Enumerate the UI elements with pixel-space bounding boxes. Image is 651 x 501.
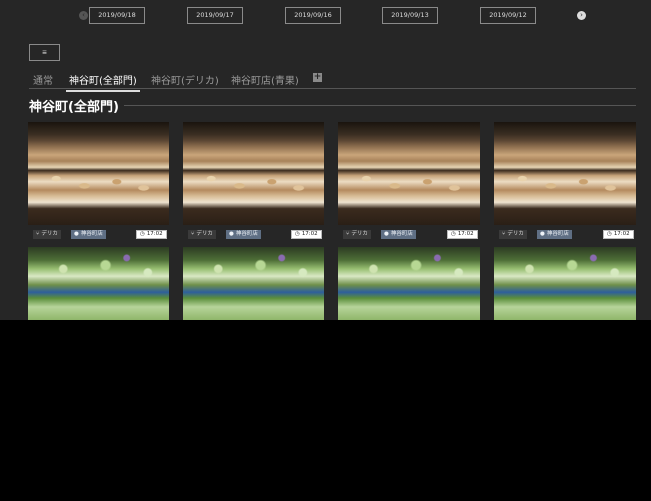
section-title: 神谷町(全部門)	[29, 100, 119, 115]
photo-card[interactable]: ⑂ デリカ ● 神谷町店 ◷ 17:02	[494, 122, 636, 240]
clock-icon: ◷	[140, 231, 145, 237]
photo-thumbnail[interactable]	[183, 247, 324, 320]
section-divider	[124, 105, 636, 106]
location-tag: ● 神谷町店	[537, 230, 572, 239]
date-button[interactable]: 2019/09/18	[89, 7, 145, 24]
date-button[interactable]: 2019/09/16	[285, 7, 341, 24]
photo-thumbnail[interactable]	[28, 247, 169, 320]
clock-icon: ◷	[451, 231, 456, 237]
chevron-left-circle-icon[interactable]: ‹	[79, 11, 88, 20]
plus-square-icon[interactable]: +	[313, 73, 322, 82]
map-pin-icon: ●	[384, 231, 389, 237]
location-tag: ● 神谷町店	[226, 230, 261, 239]
date-button[interactable]: 2019/09/13	[382, 7, 438, 24]
time-tag: ◷ 17:02	[603, 230, 634, 239]
clock-icon: ◷	[607, 231, 612, 237]
category-tag: ⑂ デリカ	[343, 230, 371, 239]
photo-card[interactable]	[338, 247, 480, 320]
photo-card[interactable]	[28, 247, 169, 320]
photo-card[interactable]: ⑂ デリカ ● 神谷町店 ◷ 17:02	[28, 122, 169, 240]
hamburger-menu-button[interactable]: ≡	[29, 44, 60, 61]
fork-knife-icon: ⑂	[346, 231, 350, 237]
map-pin-icon: ●	[74, 231, 79, 237]
map-pin-icon: ●	[229, 231, 234, 237]
photo-card[interactable]: ⑂ デリカ ● 神谷町店 ◷ 17:02	[338, 122, 480, 240]
fork-knife-icon: ⑂	[502, 231, 506, 237]
tab-kamiyacho-all[interactable]: 神谷町(全部門)	[66, 72, 140, 92]
photo-thumbnail[interactable]	[338, 247, 480, 320]
category-tag: ⑂ デリカ	[499, 230, 527, 239]
app-window: ‹ 2019/09/18 2019/09/17 2019/09/16 2019/…	[0, 0, 651, 320]
photo-card[interactable]	[494, 247, 636, 320]
photo-card[interactable]: ⑂ デリカ ● 神谷町店 ◷ 17:02	[183, 122, 324, 240]
date-button[interactable]: 2019/09/17	[187, 7, 243, 24]
blank-area	[0, 320, 651, 501]
tab-normal[interactable]: 通常	[33, 72, 53, 87]
fork-knife-icon: ⑂	[36, 231, 40, 237]
tab-bar: 通常 神谷町(全部門) 神谷町(デリカ) 神谷町店(青果) +	[29, 68, 636, 92]
photo-card[interactable]	[183, 247, 324, 320]
chevron-right-circle-icon[interactable]: ›	[577, 11, 586, 20]
photo-thumbnail[interactable]	[183, 122, 324, 225]
photo-thumbnail[interactable]	[28, 122, 169, 225]
tab-kamiyacho-delica[interactable]: 神谷町(デリカ)	[151, 72, 219, 87]
time-tag: ◷ 17:02	[291, 230, 322, 239]
fork-knife-icon: ⑂	[191, 231, 195, 237]
photo-thumbnail[interactable]	[338, 122, 480, 225]
map-pin-icon: ●	[540, 231, 545, 237]
category-tag: ⑂ デリカ	[188, 230, 216, 239]
hamburger-menu-icon: ≡	[42, 48, 47, 57]
date-button[interactable]: 2019/09/12	[480, 7, 536, 24]
date-navigation: ‹ 2019/09/18 2019/09/17 2019/09/16 2019/…	[0, 7, 651, 25]
photo-thumbnail[interactable]	[494, 247, 636, 320]
category-tag: ⑂ デリカ	[33, 230, 61, 239]
clock-icon: ◷	[295, 231, 300, 237]
time-tag: ◷ 17:02	[136, 230, 167, 239]
time-tag: ◷ 17:02	[447, 230, 478, 239]
tab-kamiyacho-produce[interactable]: 神谷町店(青果)	[231, 72, 299, 87]
location-tag: ● 神谷町店	[381, 230, 416, 239]
location-tag: ● 神谷町店	[71, 230, 106, 239]
photo-thumbnail[interactable]	[494, 122, 636, 225]
